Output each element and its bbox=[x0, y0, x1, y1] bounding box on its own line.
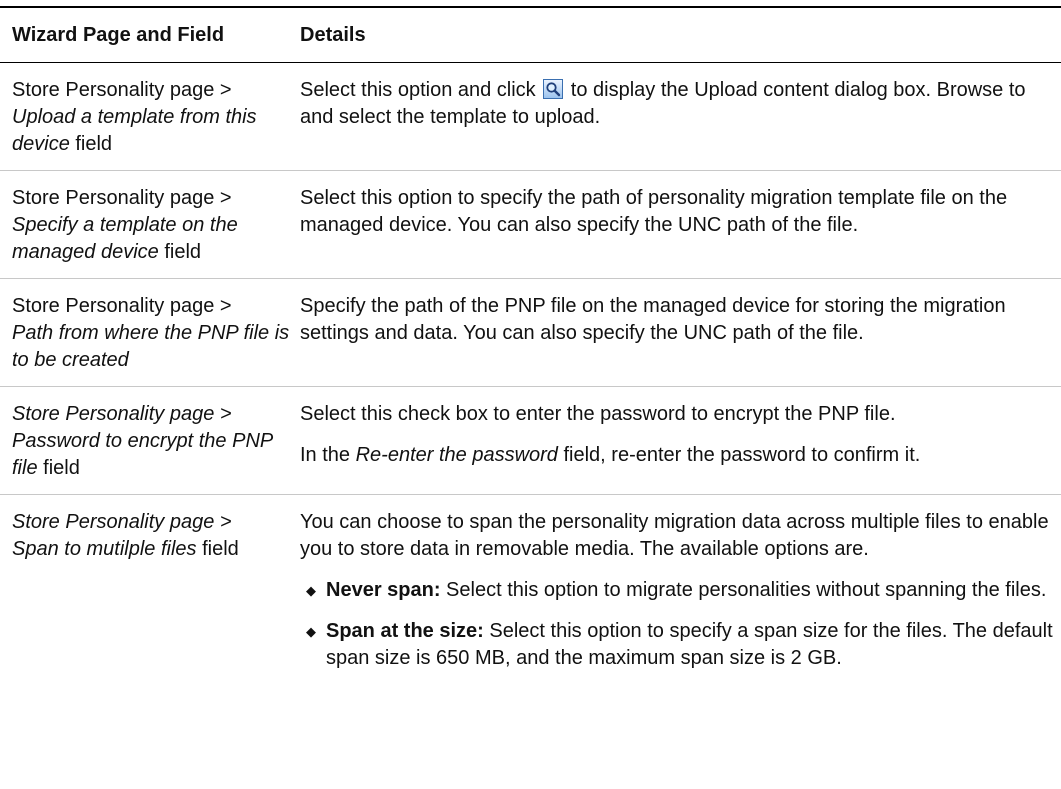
details-cell: Specify the path of the PNP file on the … bbox=[300, 279, 1061, 386]
option-description: Select this option to migrate personalit… bbox=[440, 579, 1047, 601]
options-table: Wizard Page and Field Details Store Pers… bbox=[0, 6, 1061, 684]
header-details: Details bbox=[300, 23, 366, 46]
details-text-before: In the bbox=[300, 444, 356, 466]
table-header-row: Wizard Page and Field Details bbox=[0, 8, 1061, 62]
table-row: Store Personality page > Password to enc… bbox=[0, 387, 1061, 495]
list-item: ◆ Span at the size: Select this option t… bbox=[300, 618, 1053, 672]
details-text-before-icon: Select this option and click bbox=[300, 79, 542, 101]
field-name: Upload a template from this device bbox=[12, 106, 257, 155]
details-field-reference: Re-enter the password bbox=[355, 444, 558, 466]
option-term: Never span: bbox=[326, 579, 441, 601]
field-name: Span to mutilple files bbox=[12, 538, 197, 560]
field-cell: Store Personality page > Specify a templ… bbox=[0, 171, 300, 278]
field-page-prefix: Store Personality page > bbox=[12, 79, 232, 101]
list-item: ◆ Never span: Select this option to migr… bbox=[300, 577, 1053, 604]
details-paragraph: You can choose to span the personality m… bbox=[300, 511, 1049, 560]
table-row: Store Personality page > Span to mutilpl… bbox=[0, 495, 1061, 684]
field-page-prefix: Store Personality page > bbox=[12, 511, 232, 533]
options-list: ◆ Never span: Select this option to migr… bbox=[300, 577, 1053, 672]
field-suffix: field bbox=[158, 241, 202, 263]
table-row: Store Personality page > Upload a templa… bbox=[0, 63, 1061, 171]
field-suffix: field bbox=[69, 133, 113, 155]
field-cell: Store Personality page > Password to enc… bbox=[0, 387, 300, 494]
field-cell: Store Personality page > Upload a templa… bbox=[0, 63, 300, 170]
details-cell: Select this check box to enter the passw… bbox=[300, 387, 1061, 494]
field-page-prefix: Store Personality page > bbox=[12, 187, 232, 209]
field-page-prefix: Store Personality page > bbox=[12, 403, 232, 425]
table-row: Store Personality page > Path from where… bbox=[0, 279, 1061, 387]
bullet-diamond-icon: ◆ bbox=[306, 583, 316, 598]
option-term: Span at the size: bbox=[326, 620, 484, 642]
details-cell: Select this option and click to display … bbox=[300, 63, 1061, 170]
table-row: Store Personality page > Specify a templ… bbox=[0, 171, 1061, 279]
details-cell: Select this option to specify the path o… bbox=[300, 171, 1061, 278]
field-cell: Store Personality page > Path from where… bbox=[0, 279, 300, 386]
bullet-diamond-icon: ◆ bbox=[306, 624, 316, 639]
header-wizard-page-and-field: Wizard Page and Field bbox=[12, 23, 225, 46]
details-paragraph: Select this option and click to display … bbox=[300, 77, 1053, 131]
search-icon[interactable] bbox=[543, 79, 564, 99]
details-paragraph: Specify the path of the PNP file on the … bbox=[300, 295, 1006, 344]
field-page-prefix: Store Personality page > bbox=[12, 295, 232, 317]
details-paragraph: Select this option to specify the path o… bbox=[300, 187, 1008, 236]
field-cell: Store Personality page > Span to mutilpl… bbox=[0, 495, 300, 684]
details-cell: You can choose to span the personality m… bbox=[300, 495, 1061, 684]
field-name: Specify a template on the managed device bbox=[12, 214, 238, 263]
field-suffix: field bbox=[37, 457, 80, 479]
details-paragraph: In the Re-enter the password field, re-e… bbox=[300, 442, 1053, 469]
details-text-after: field, re-enter the password to confirm … bbox=[557, 444, 921, 466]
details-paragraph: Select this check box to enter the passw… bbox=[300, 403, 896, 425]
field-name: Path from where the PNP file is to be cr… bbox=[12, 322, 290, 371]
field-suffix: field bbox=[196, 538, 239, 560]
